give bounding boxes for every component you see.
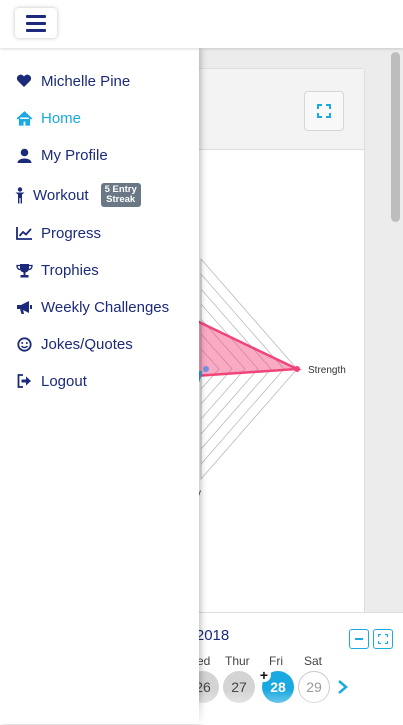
collapse-button[interactable] [349, 629, 369, 649]
nav-item-label: Weekly Challenges [41, 298, 170, 316]
person-icon [15, 186, 25, 204]
nav-item-label: Home [41, 109, 82, 127]
add-entry-icon[interactable]: + [257, 667, 271, 683]
nav-item-label: Progress [41, 224, 102, 242]
day-name: ed [197, 654, 211, 668]
nav-item-weekly-challenges[interactable]: Weekly Challenges [15, 298, 169, 316]
home-icon [15, 109, 33, 127]
scrollbar-thumb[interactable] [391, 52, 400, 222]
nav-item-label: My Profile [41, 146, 108, 164]
menu-bar-icon [26, 21, 46, 25]
day-name: Thur [225, 654, 250, 668]
axis-label-strength: Strength [308, 365, 346, 376]
radar-point [294, 366, 300, 372]
radar-point [203, 366, 209, 372]
expand-icon [317, 104, 331, 118]
nav-item-label: Jokes/Quotes [41, 335, 133, 353]
expand-icon [378, 634, 388, 644]
day-cell[interactable]: 27 [223, 671, 255, 703]
nav-item-trophies[interactable]: Trophies [15, 261, 99, 279]
chevron-right-icon[interactable] [337, 679, 349, 695]
streak-badge-line: Streak [106, 194, 136, 205]
top-bar [0, 0, 403, 48]
day-cell[interactable]: 29 [298, 671, 330, 703]
user-icon [15, 146, 33, 164]
hamburger-menu-button[interactable] [15, 8, 57, 38]
heart-icon [15, 72, 33, 90]
nav-user-name[interactable]: Michelle Pine [15, 72, 130, 90]
day-name: Sat [304, 654, 323, 668]
line-chart-icon [15, 224, 33, 242]
nav-item-home[interactable]: Home [15, 109, 81, 127]
nav-item-my-profile[interactable]: My Profile [15, 146, 108, 164]
nav-item-logout[interactable]: Logout [15, 372, 87, 390]
nav-item-progress[interactable]: Progress [15, 224, 101, 242]
nav-item-jokes-quotes[interactable]: Jokes/Quotes [15, 335, 133, 353]
nav-item-label: Logout [41, 372, 87, 390]
trophy-icon [15, 261, 33, 279]
streak-badge: 5 Entry Streak [100, 183, 141, 207]
nav-item-label: Trophies [41, 261, 99, 279]
user-name-label: Michelle Pine [41, 72, 131, 90]
day-name: Fri [269, 654, 283, 668]
logout-icon [15, 372, 33, 390]
nav-item-label: Workout [33, 186, 89, 204]
calendar-expand-button[interactable] [373, 629, 393, 649]
menu-bar-icon [26, 14, 46, 18]
smile-icon [15, 335, 33, 353]
nav-item-workout[interactable]: Workout 5 Entry Streak [15, 183, 141, 207]
expand-button[interactable] [304, 91, 344, 131]
side-drawer: Michelle Pine Home My Profile Workout 5 … [0, 48, 199, 724]
menu-bar-icon [26, 28, 46, 32]
minus-icon [355, 638, 363, 640]
megaphone-icon [15, 298, 33, 316]
